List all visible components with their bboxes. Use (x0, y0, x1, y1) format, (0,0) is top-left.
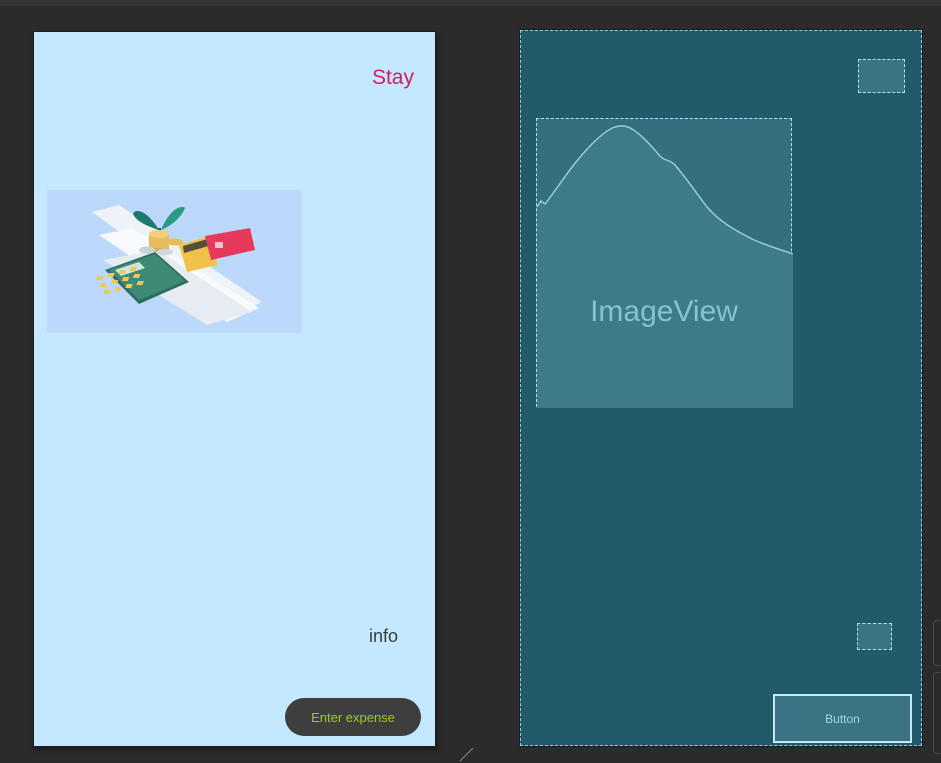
blueprint-title-text-view[interactable] (858, 59, 905, 93)
blueprint-image-view[interactable]: ImageView (536, 118, 793, 408)
blueprint-surface[interactable]: ImageView Button (520, 30, 922, 746)
design-surface[interactable]: Stay info Enter expense (34, 32, 435, 746)
image-placeholder-curve-icon (537, 125, 793, 408)
blueprint-button[interactable]: Button (773, 694, 912, 743)
top-strip (0, 0, 941, 6)
resize-handle-icon[interactable] (458, 746, 474, 762)
finance-illustration-image[interactable] (47, 190, 302, 333)
image-view-label: ImageView (590, 295, 738, 328)
scrollbar-track-bottom[interactable] (933, 672, 940, 754)
finance-illustration-icon (92, 205, 262, 325)
blueprint-info-text-view[interactable] (857, 623, 892, 650)
title-text-view[interactable]: Stay (372, 66, 414, 90)
info-text-view[interactable]: info (369, 626, 398, 647)
enter-expense-button[interactable]: Enter expense (285, 698, 421, 736)
scrollbar-track-top[interactable] (933, 620, 940, 666)
